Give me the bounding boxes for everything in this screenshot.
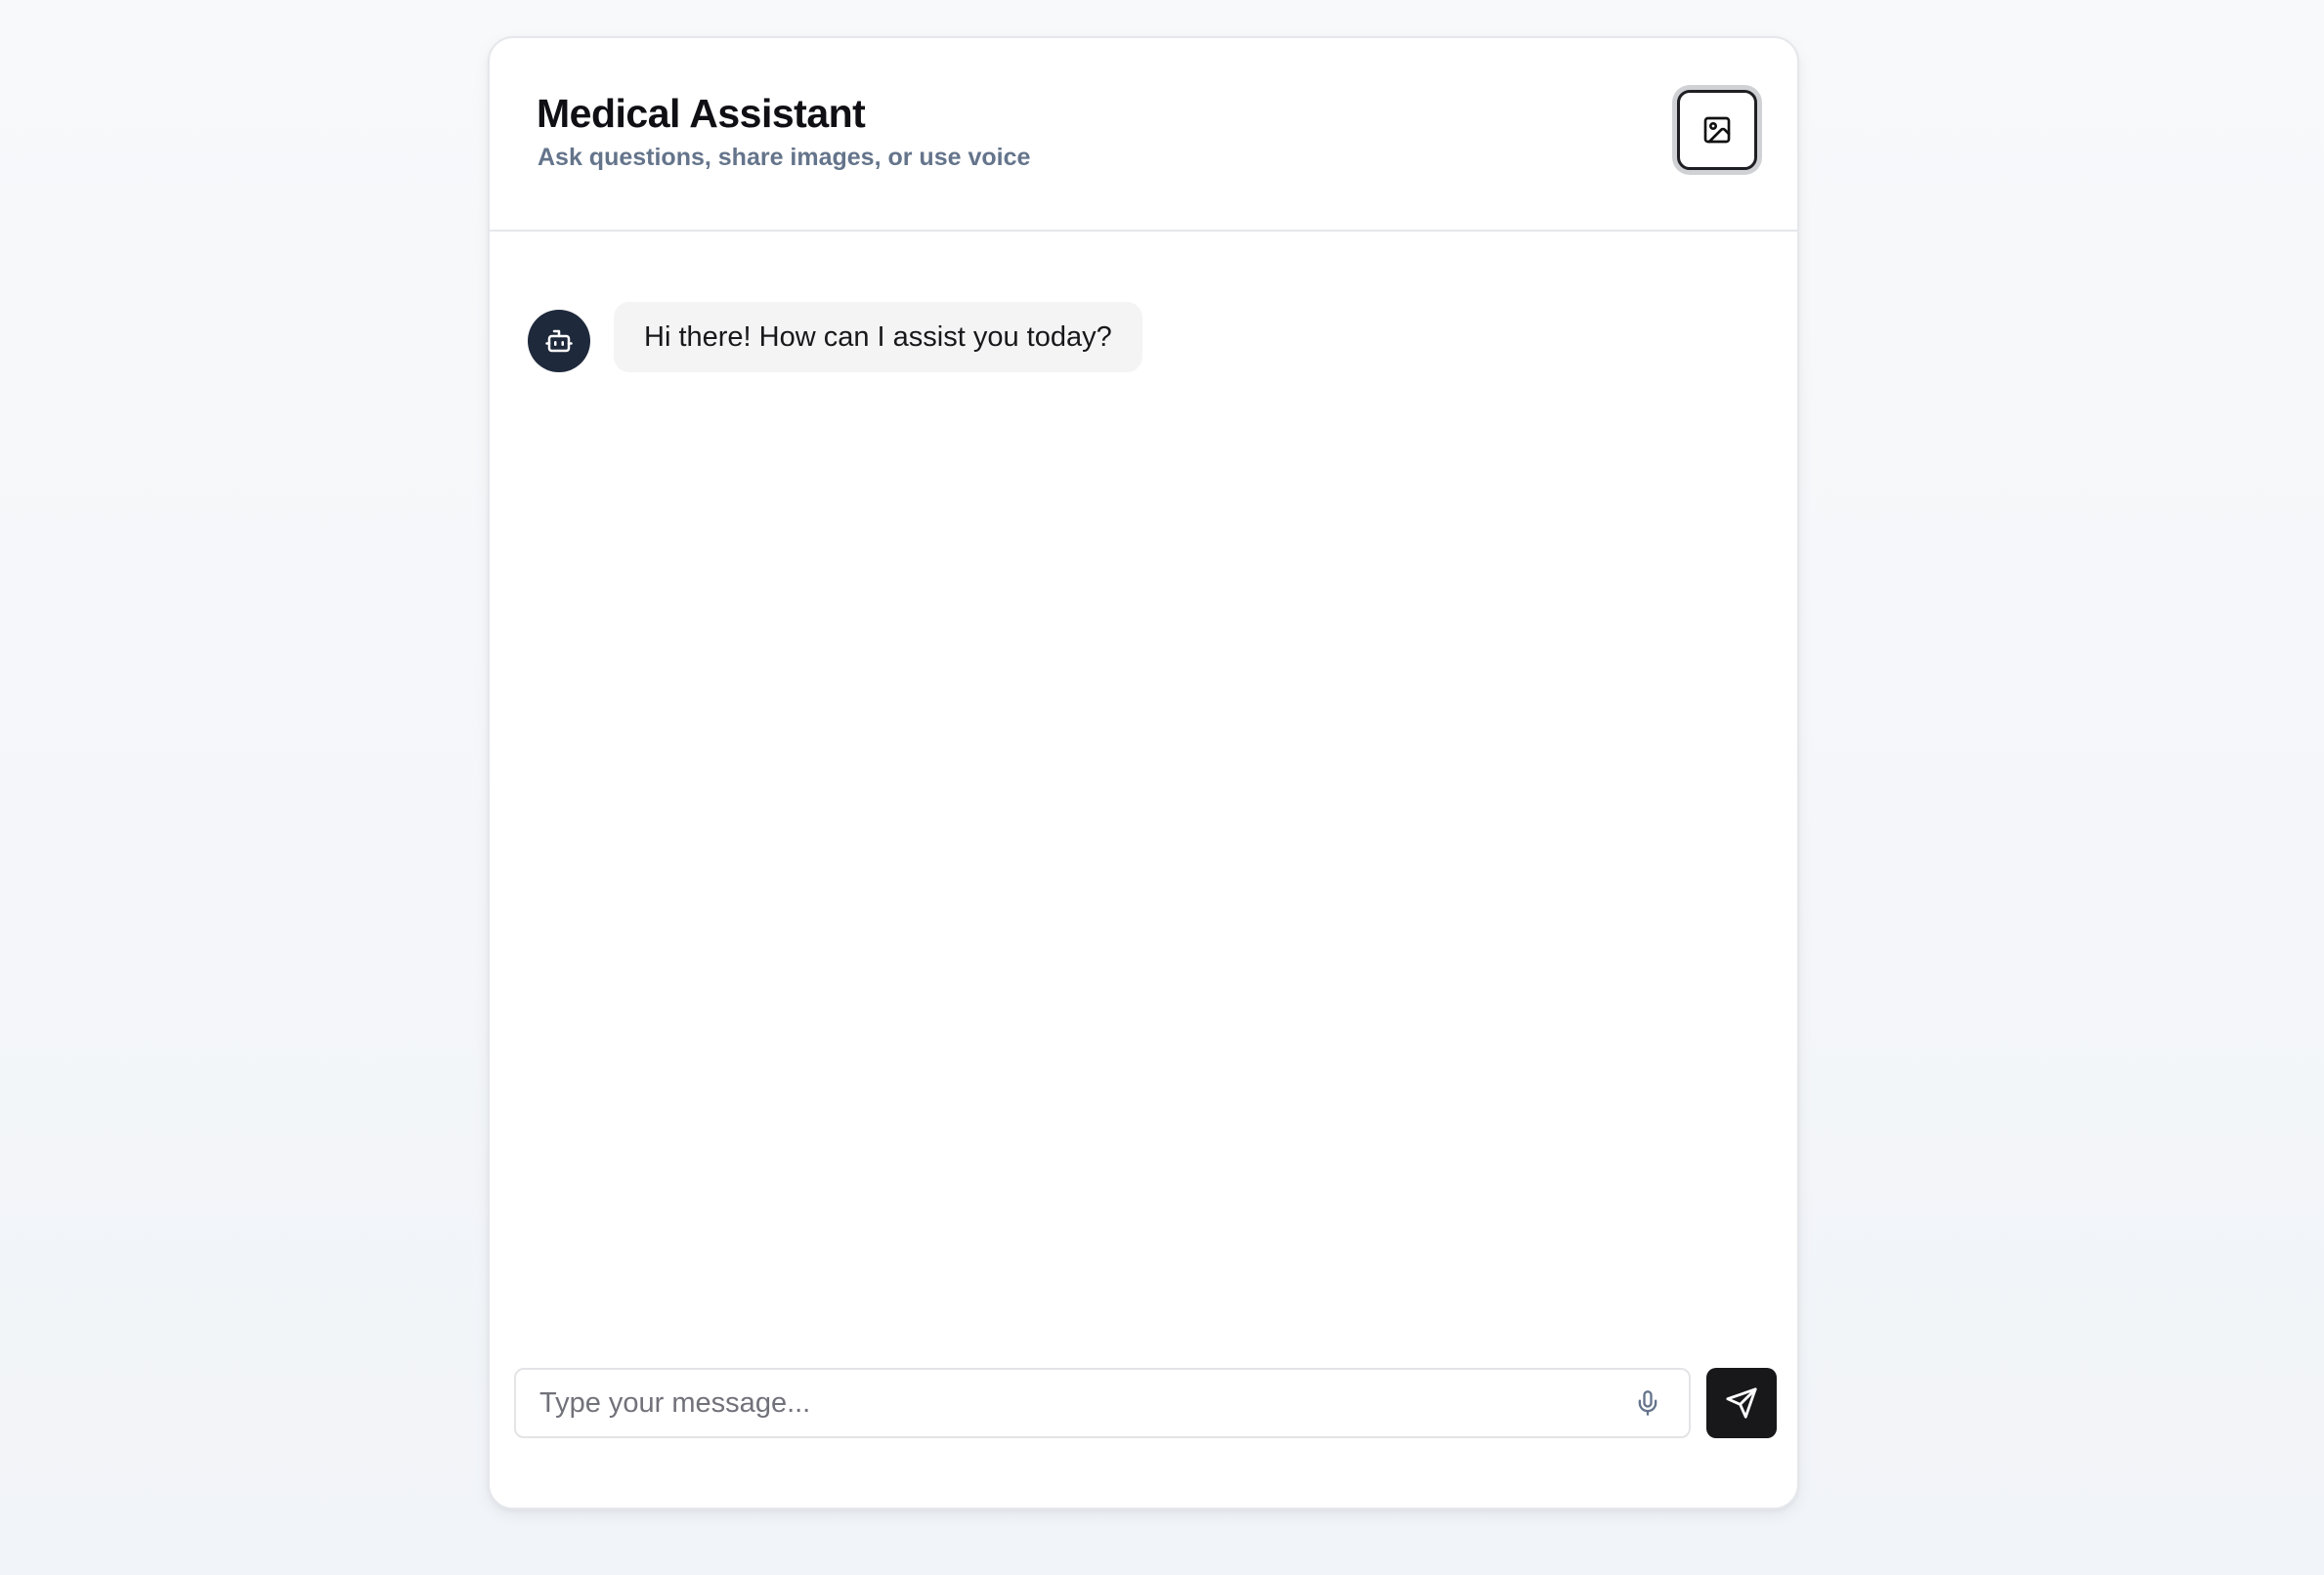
message-composer	[514, 1368, 1777, 1440]
microphone-icon	[1638, 1390, 1657, 1416]
bot-avatar	[528, 310, 590, 372]
image-icon	[1703, 116, 1731, 144]
send-button[interactable]	[1706, 1368, 1777, 1438]
chat-card: Medical Assistant Ask questions, share i…	[488, 36, 1799, 1510]
bot-icon	[545, 329, 573, 353]
message-list: Hi there! How can I assist you today?	[490, 234, 1797, 1357]
message-input[interactable]	[516, 1370, 1611, 1436]
assistant-message-bubble: Hi there! How can I assist you today?	[614, 302, 1142, 372]
chat-header: Medical Assistant Ask questions, share i…	[490, 38, 1797, 232]
page-title: Medical Assistant	[537, 91, 866, 136]
send-icon	[1726, 1387, 1757, 1419]
message-input-wrapper	[514, 1368, 1691, 1438]
page-subtitle: Ask questions, share images, or use voic…	[538, 144, 1031, 171]
voice-input-button[interactable]	[1630, 1385, 1665, 1421]
upload-image-button[interactable]	[1677, 90, 1757, 170]
